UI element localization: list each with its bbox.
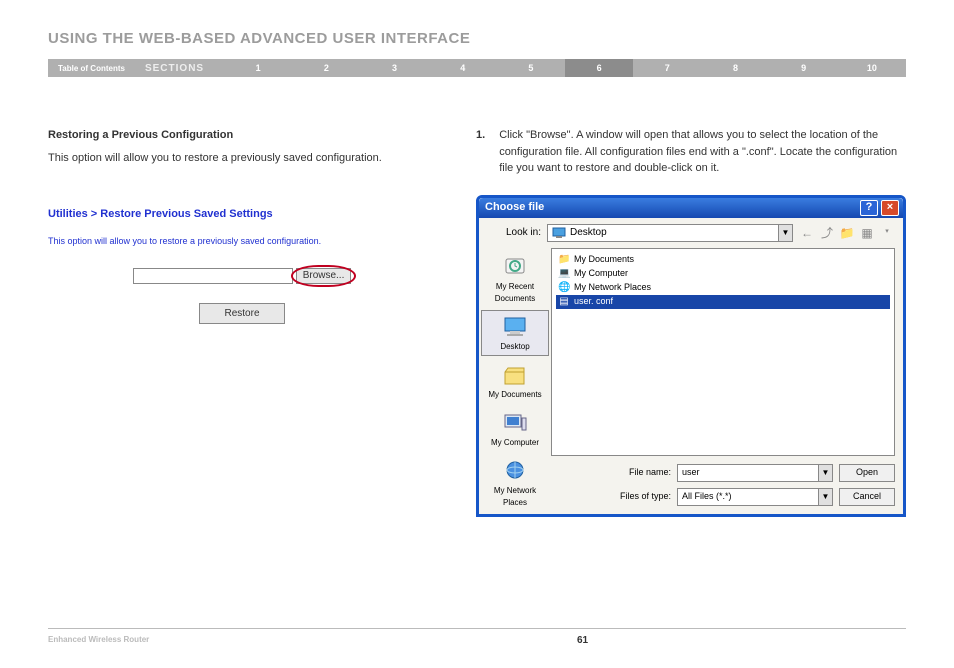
nav-section-6[interactable]: 6 [565, 59, 633, 77]
desktop-icon [552, 227, 566, 239]
network-icon: 🌐 [558, 280, 570, 295]
nav-section-5[interactable]: 5 [497, 63, 565, 73]
nav-section-3[interactable]: 3 [360, 63, 428, 73]
sidebar-item-label: Desktop [484, 341, 546, 353]
nav-sections-label: SECTIONS [135, 63, 224, 74]
nav-toc[interactable]: Table of Contents [48, 64, 135, 73]
lookin-label: Look in: [487, 225, 541, 240]
chevron-down-icon: ▼ [778, 225, 792, 241]
view-menu-icon[interactable]: ▦ [859, 224, 875, 242]
restore-panel: Utilities > Restore Previous Saved Setti… [48, 206, 436, 324]
nav-section-8[interactable]: 8 [701, 63, 769, 73]
page-title: USING THE WEB-BASED ADVANCED USER INTERF… [48, 30, 906, 47]
right-column: 1. Click "Browse". A window will open th… [476, 127, 906, 517]
close-button[interactable]: × [881, 200, 899, 216]
list-item[interactable]: 🌐 My Network Places [556, 281, 890, 295]
sidebar-item-label: My Documents [484, 389, 546, 401]
sidebar-item-label: My Computer [484, 437, 546, 449]
list-item[interactable]: ▤ user. conf [556, 295, 890, 309]
nav-section-2[interactable]: 2 [292, 63, 360, 73]
sidebar-desktop[interactable]: Desktop [481, 310, 549, 356]
cancel-button[interactable]: Cancel [839, 488, 895, 506]
chevron-down-icon: ▼ [818, 489, 832, 505]
computer-icon [501, 411, 529, 435]
folder-icon: 📁 [558, 252, 570, 267]
choose-file-dialog: Choose file ? × Look in: Desktop ▼ ← ⤴ 📁 [476, 195, 906, 517]
restore-desc: This option will allow you to restore a … [48, 235, 436, 249]
dialog-title: Choose file [483, 199, 857, 216]
file-icon: ▤ [558, 294, 570, 309]
desktop-icon [501, 315, 529, 339]
restore-title: Utilities > Restore Previous Saved Setti… [48, 206, 436, 223]
lookin-value: Desktop [570, 225, 607, 240]
list-item[interactable]: 📁 My Documents [556, 253, 890, 267]
step-number: 1. [476, 127, 485, 177]
filename-value: user [682, 466, 700, 480]
lookin-select[interactable]: Desktop ▼ [547, 224, 793, 242]
list-item[interactable]: 💻 My Computer [556, 267, 890, 281]
footer-product: Enhanced Wireless Router [48, 635, 377, 646]
browse-label: Browse... [303, 270, 345, 281]
filetype-label: Files of type: [551, 490, 671, 504]
page-footer: Enhanced Wireless Router 61 [48, 628, 906, 646]
left-column: Restoring a Previous Configuration This … [48, 127, 436, 517]
new-folder-icon[interactable]: 📁 [839, 224, 855, 242]
sections-nav: Table of Contents SECTIONS 1 2 3 4 5 6 7… [48, 59, 906, 77]
dialog-titlebar: Choose file ? × [479, 198, 903, 218]
file-name: My Network Places [574, 281, 651, 295]
file-name: My Computer [574, 267, 628, 281]
nav-section-9[interactable]: 9 [770, 63, 838, 73]
back-icon[interactable]: ← [799, 224, 815, 242]
step-text: Click "Browse". A window will open that … [499, 127, 906, 177]
filetype-select[interactable]: All Files (*.*) ▼ [677, 488, 833, 506]
documents-icon [501, 363, 529, 387]
open-button[interactable]: Open [839, 464, 895, 482]
up-folder-icon[interactable]: ⤴ [819, 224, 835, 242]
left-body: This option will allow you to restore a … [48, 150, 436, 167]
restore-file-input[interactable] [133, 268, 293, 284]
nav-section-4[interactable]: 4 [429, 63, 497, 73]
chevron-down-icon: ▼ [818, 465, 832, 481]
sidebar-recent[interactable]: My Recent Documents [481, 250, 549, 308]
computer-icon: 💻 [558, 266, 570, 281]
browse-button[interactable]: Browse... [296, 268, 352, 284]
footer-page-number: 61 [377, 635, 906, 646]
dialog-sidebar: My Recent Documents Desktop My Documents [479, 248, 551, 514]
subheading: Restoring a Previous Configuration [48, 127, 436, 144]
nav-section-10[interactable]: 10 [838, 63, 906, 73]
file-name: My Documents [574, 253, 634, 267]
nav-section-7[interactable]: 7 [633, 63, 701, 73]
network-icon [501, 459, 529, 483]
restore-button[interactable]: Restore [199, 303, 284, 324]
file-name: user. conf [574, 295, 613, 309]
help-button[interactable]: ? [860, 200, 878, 216]
file-listing[interactable]: 📁 My Documents 💻 My Computer 🌐 My Networ… [551, 248, 895, 456]
dialog-tool-icons: ← ⤴ 📁 ▦ ▾ [799, 224, 895, 242]
filename-input[interactable]: user ▼ [677, 464, 833, 482]
sidebar-computer[interactable]: My Computer [481, 406, 549, 452]
sidebar-network[interactable]: My Network Places [481, 454, 549, 512]
sidebar-item-label: My Network Places [484, 485, 546, 509]
sidebar-item-label: My Recent Documents [484, 281, 546, 305]
view-menu-arrow[interactable]: ▾ [879, 227, 895, 238]
recent-icon [501, 255, 529, 279]
filetype-value: All Files (*.*) [682, 490, 732, 504]
filename-label: File name: [551, 466, 671, 480]
nav-section-1[interactable]: 1 [224, 63, 292, 73]
sidebar-documents[interactable]: My Documents [481, 358, 549, 404]
